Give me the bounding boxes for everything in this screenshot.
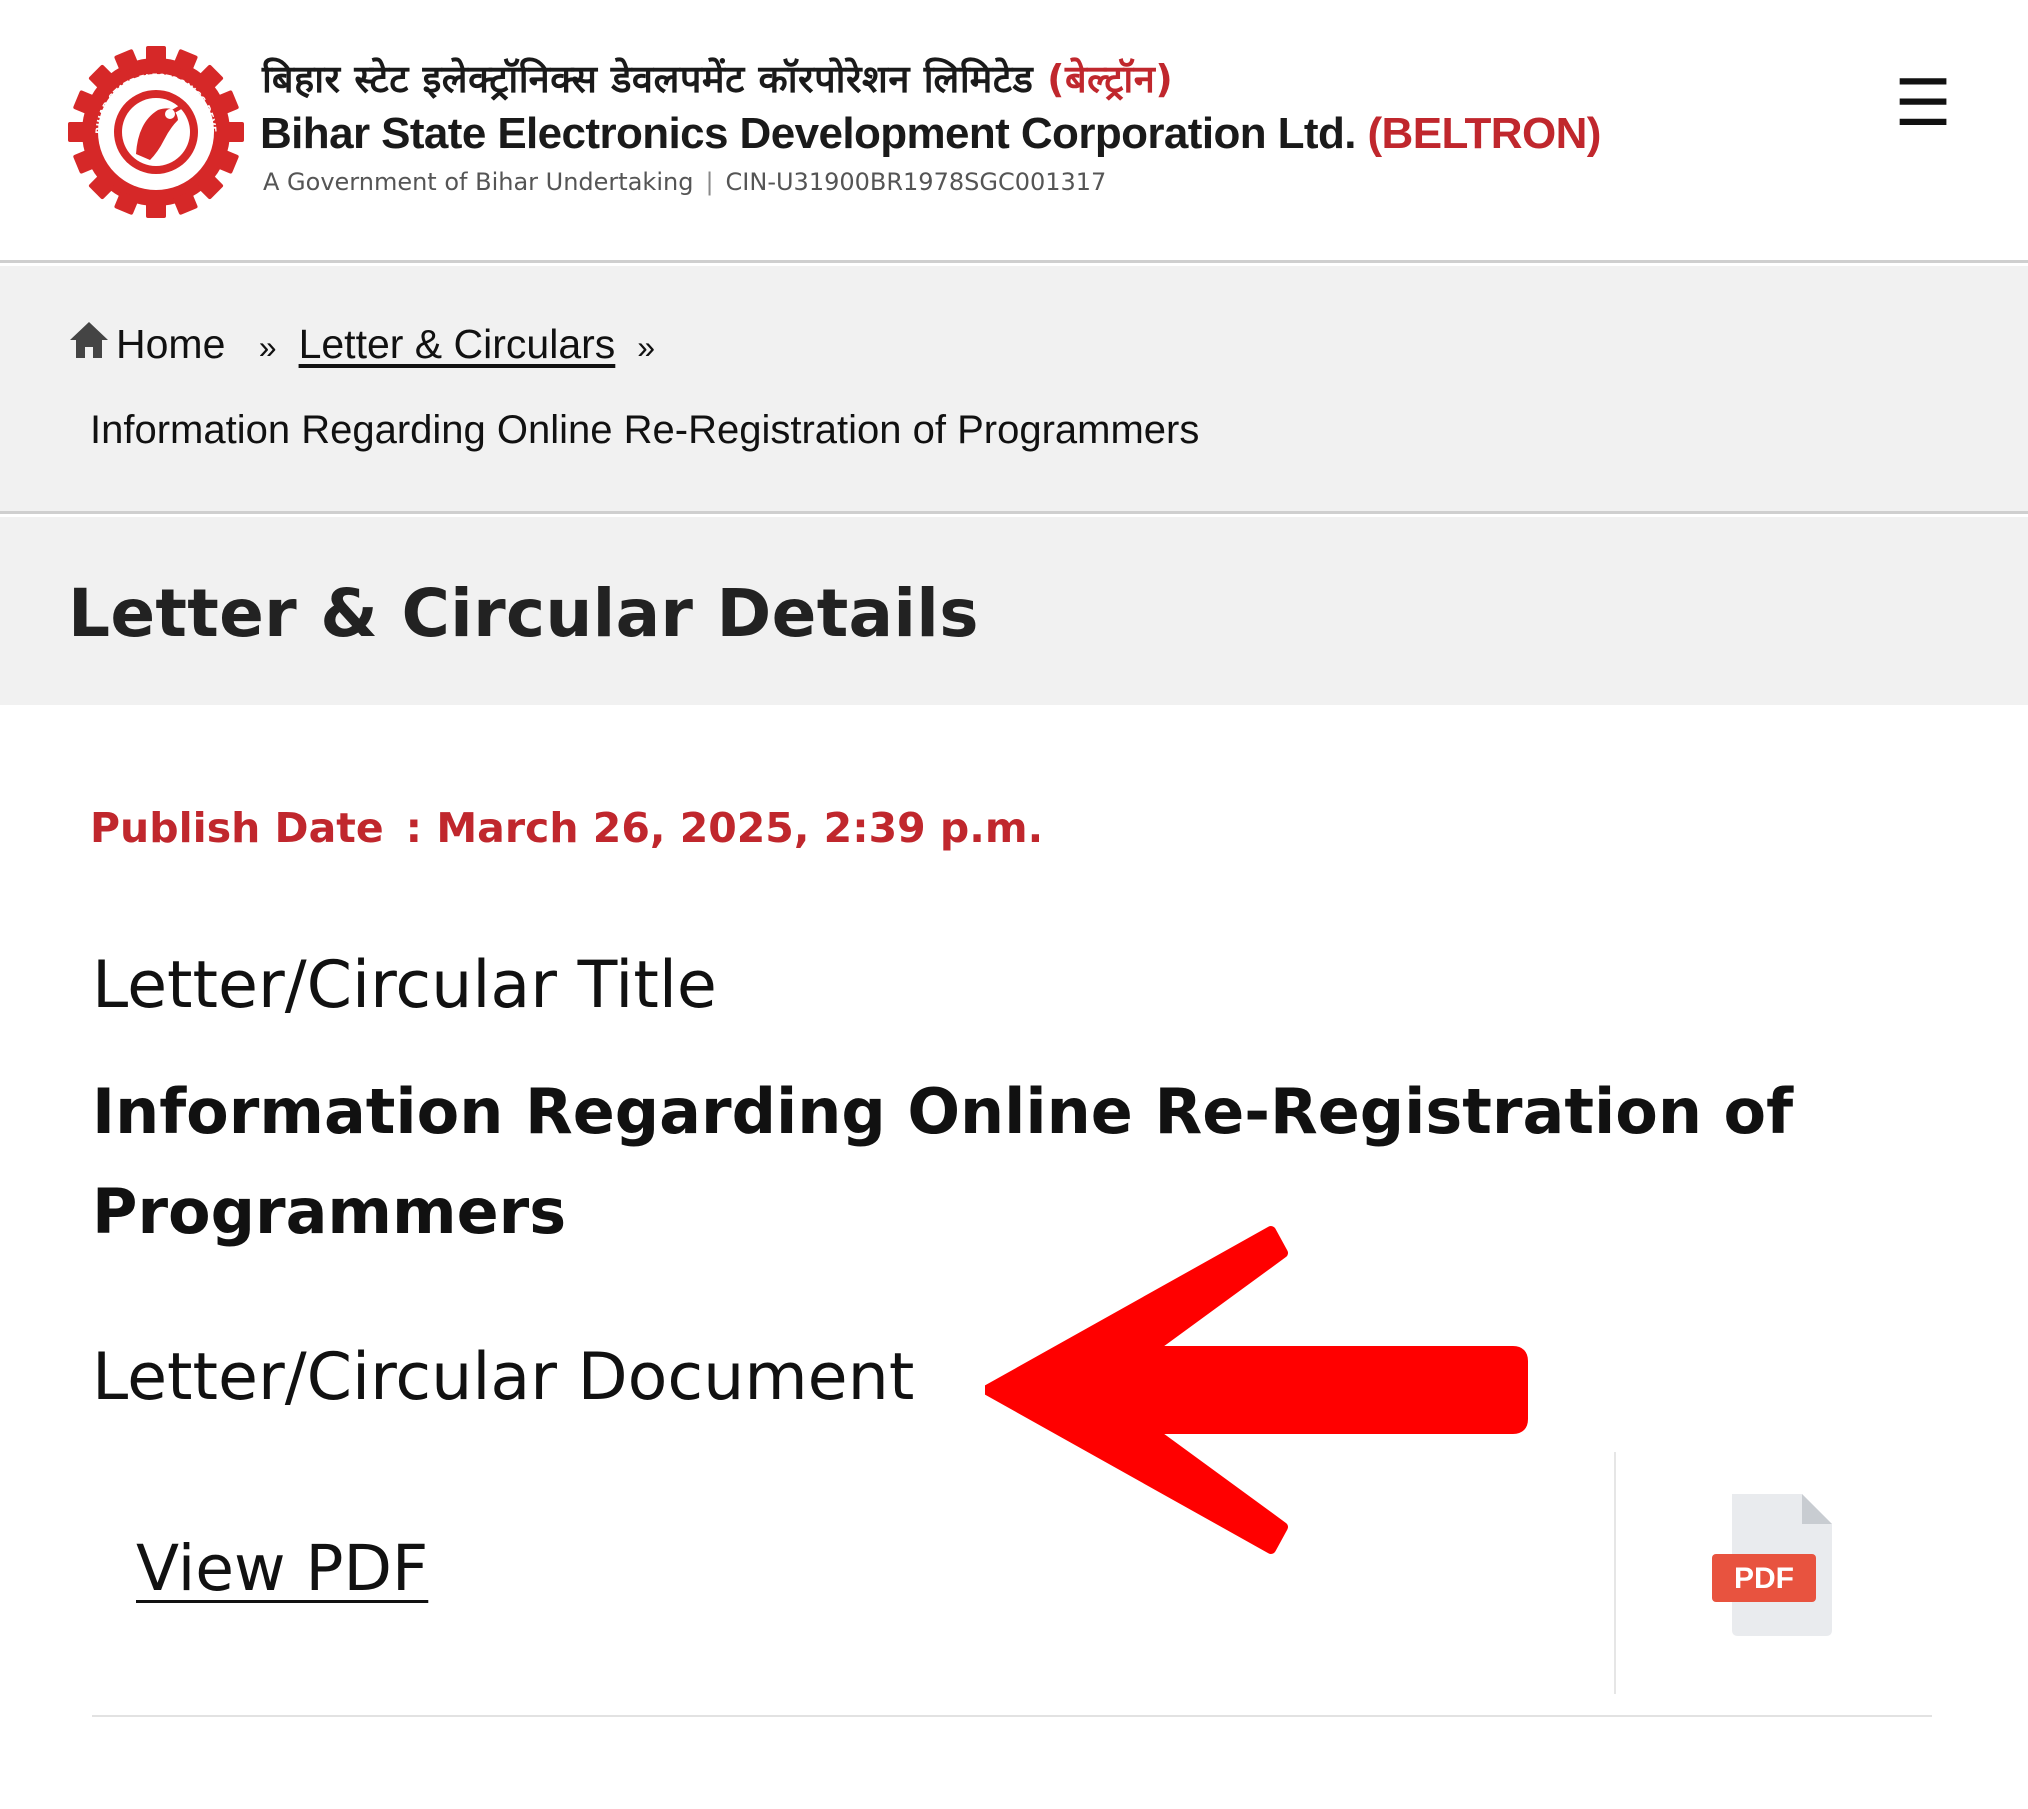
org-abbr-hindi: (बेल्ट्रॉन) <box>1047 57 1174 101</box>
circular-title-label: Letter/Circular Title <box>92 948 717 1023</box>
hamburger-icon[interactable]: ☰ <box>1892 72 1954 136</box>
breadcrumb-separator: » <box>258 329 277 365</box>
beltron-logo[interactable]: BIHAR STATE ELECTRONICS DEVELOPMENT CORP… <box>66 44 246 219</box>
publish-date-label: Publish Date <box>90 804 384 852</box>
org-tagline: A Government of Bihar Undertaking <box>263 168 694 196</box>
org-abbr-english: (BELTRON) <box>1367 109 1602 158</box>
page-title: Letter & Circular Details <box>68 575 979 652</box>
breadcrumb-bar: Home » Letter & Circulars » Information Re… <box>0 266 2028 514</box>
site-header: BIHAR STATE ELECTRONICS DEVELOPMENT CORP… <box>0 0 2028 263</box>
publish-date: Publish Date: March 26, 2025, 2:39 p.m. <box>90 804 1043 852</box>
breadcrumb-current: Information Regarding Online Re-Registra… <box>90 408 1200 452</box>
home-icon <box>70 322 108 358</box>
org-subtitle-separator: | <box>705 168 714 196</box>
page-title-band: Letter & Circular Details <box>0 517 2028 705</box>
pdf-file-icon[interactable]: PDF <box>1710 1490 1838 1640</box>
breadcrumb-letter-circulars-link[interactable]: Letter & Circulars <box>299 321 616 367</box>
org-name-hindi: बिहार स्टेट इलेक्ट्रॉनिक्स डेवलपमेंट कॉर… <box>262 52 1173 104</box>
org-cin: CIN-U31900BR1978SGC001317 <box>725 168 1107 196</box>
org-name-english-text: Bihar State Electronics Development Corp… <box>260 109 1356 158</box>
breadcrumb-separator: » <box>637 329 656 365</box>
org-subtitle: A Government of Bihar Undertaking | CIN-U3… <box>263 168 1106 196</box>
org-name-hindi-text: बिहार स्टेट इलेक्ट्रॉनिक्स डेवलपमेंट कॉर… <box>262 57 1034 101</box>
org-name-english: Bihar State Electronics Development Corp… <box>260 109 1601 159</box>
document-divider <box>1614 1452 1616 1694</box>
breadcrumb-home[interactable]: Home <box>68 321 237 367</box>
red-arrow-left-icon <box>985 1226 1528 1554</box>
breadcrumb: Home » Letter & Circulars » <box>68 320 677 368</box>
publish-date-value: March 26, 2025, 2:39 p.m. <box>436 804 1044 852</box>
pdf-badge-text: PDF <box>1734 1562 1794 1595</box>
circular-document-label: Letter/Circular Document <box>92 1340 915 1415</box>
view-pdf-link[interactable]: View PDF <box>136 1532 428 1605</box>
breadcrumb-home-label: Home <box>116 321 226 367</box>
publish-date-colon: : <box>405 804 423 852</box>
